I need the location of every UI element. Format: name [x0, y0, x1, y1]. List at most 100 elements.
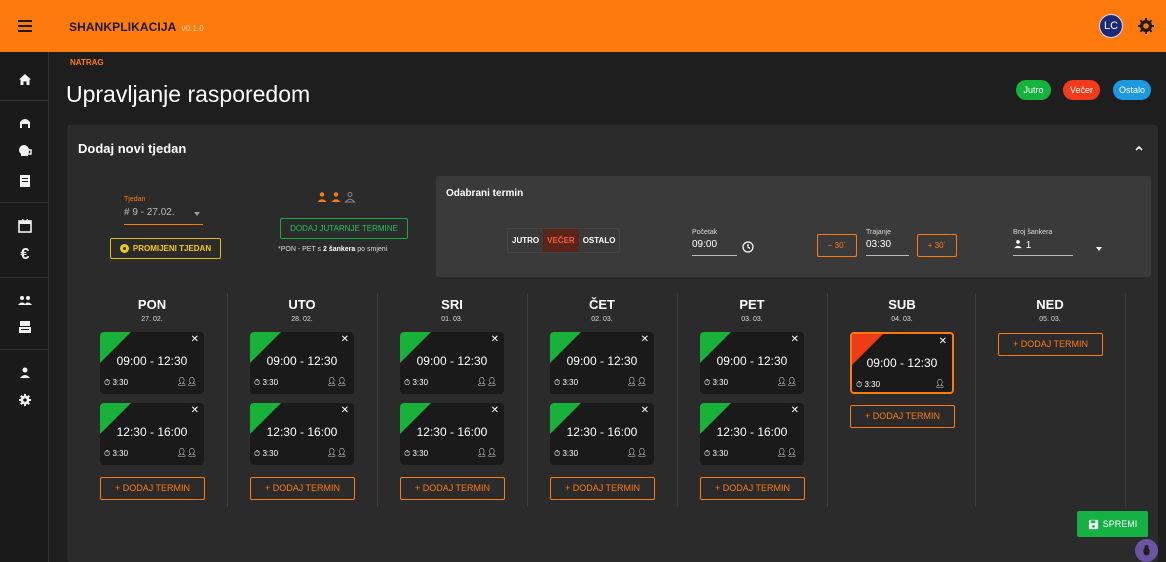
shift-card[interactable]: ✕ 12:30 - 16:00 ⏱ 3:30 👤︎👤︎: [400, 403, 504, 465]
add-morning-terms-button[interactable]: DODAJ JUTARNJE TERMINE: [280, 218, 408, 239]
staff-icons: 👤︎👤︎: [776, 448, 797, 457]
staff-icons: 👤︎👤︎: [776, 377, 797, 386]
shift-card[interactable]: ✕ 12:30 - 16:00 ⏱ 3:30 👤︎👤︎: [100, 403, 204, 465]
close-icon[interactable]: ✕: [491, 405, 499, 416]
shift-card[interactable]: ✕ 09:00 - 12:30 ⏱ 3:30 👤︎👤︎: [550, 332, 654, 394]
shift-card[interactable]: ✕ 09:00 - 12:30 ⏱ 3:30 👤︎👤︎: [700, 332, 804, 394]
add-term-button[interactable]: + DODAJ TERMIN: [100, 477, 205, 500]
person-icon[interactable]: [16, 364, 34, 382]
add-term-button[interactable]: + DODAJ TERMIN: [850, 405, 955, 428]
segment-vecer[interactable]: VEČER: [543, 229, 579, 252]
staff-icons: 👤︎👤︎: [176, 448, 197, 457]
timer-icon: ⏱ 3:30: [254, 449, 279, 458]
clock-icon[interactable]: [742, 240, 754, 253]
save-label: SPREMI: [1102, 519, 1138, 529]
duration-input[interactable]: 03:30: [866, 239, 909, 256]
add-term-button[interactable]: + DODAJ TERMIN: [700, 477, 805, 500]
shift-card[interactable]: ✕ 12:30 - 16:00 ⏱ 3:30 👤︎👤︎: [550, 403, 654, 465]
add-term-button[interactable]: + DODAJ TERMIN: [400, 477, 505, 500]
euro-icon[interactable]: €: [16, 246, 34, 264]
morning-note: *PON - PET s 2 šankera po smjeni: [278, 246, 388, 253]
day-name: NED: [1036, 297, 1064, 312]
day-name: SUB: [888, 297, 916, 312]
settings-icon[interactable]: [16, 391, 34, 409]
timer-icon: ⏱ 3:30: [104, 378, 129, 387]
close-icon[interactable]: ✕: [641, 405, 649, 416]
day-column-ned: NED 05. 03. + DODAJ TERMIN: [965, 297, 1115, 509]
close-icon[interactable]: ✕: [191, 334, 199, 345]
staff-icons: 👤︎👤︎: [176, 377, 197, 386]
start-label: Početak: [692, 229, 718, 236]
close-icon[interactable]: ✕: [341, 405, 349, 416]
receipt-icon[interactable]: [16, 172, 34, 190]
timer-icon: ⏱ 3:30: [554, 449, 579, 458]
group-icon[interactable]: [16, 292, 34, 310]
day-date: 27. 02.: [141, 316, 163, 323]
segment-jutro[interactable]: JUTRO: [508, 229, 543, 252]
add-term-button[interactable]: + DODAJ TERMIN: [998, 333, 1103, 356]
segment-ostalo[interactable]: OSTALO: [579, 229, 620, 252]
legend-chip-ostalo: Ostalo: [1113, 80, 1151, 100]
staff-icons: 👤︎: [934, 379, 945, 388]
start-input[interactable]: 09:00: [692, 239, 737, 256]
shift-card[interactable]: ✕ 09:00 - 12:30 ⏱ 3:30 👤︎👤︎: [250, 332, 354, 394]
add-term-button[interactable]: + DODAJ TERMIN: [250, 477, 355, 500]
staff-count-select[interactable]: 1: [1013, 239, 1073, 256]
back-link[interactable]: NATRAG: [70, 58, 104, 67]
plus-30-button[interactable]: + 30´: [917, 234, 957, 257]
close-icon[interactable]: ✕: [791, 405, 799, 416]
close-icon[interactable]: ✕: [791, 334, 799, 345]
coin-icon: [119, 244, 129, 253]
day-name: PON: [137, 297, 167, 312]
brand-name: SHANKPLIKACIJA: [69, 20, 176, 34]
theme-settings-icon[interactable]: [1136, 16, 1156, 36]
menu-icon[interactable]: [14, 15, 36, 37]
person-icon: [317, 192, 327, 202]
collapse-chevron-icon[interactable]: [1133, 141, 1145, 153]
app-version: v0.1.0: [181, 24, 204, 33]
bar-icon[interactable]: [16, 114, 34, 132]
staff-icons: 👤︎👤︎: [626, 377, 647, 386]
timer-icon: ⏱ 3:30: [704, 449, 729, 458]
day-name: PET: [739, 297, 765, 312]
timer-icon: ⏱ 3:30: [404, 378, 429, 387]
close-icon[interactable]: ✕: [641, 334, 649, 345]
bug-report-icon[interactable]: [1135, 539, 1158, 562]
beer-icon[interactable]: [16, 142, 34, 160]
close-icon[interactable]: ✕: [939, 336, 947, 347]
shift-card[interactable]: ✕ 12:30 - 16:00 ⏱ 3:30 👤︎👤︎: [700, 403, 804, 465]
timer-icon: ⏱ 3:30: [254, 378, 279, 387]
add-term-button[interactable]: + DODAJ TERMIN: [550, 477, 655, 500]
save-button[interactable]: SPREMI: [1077, 511, 1148, 537]
close-icon[interactable]: ✕: [491, 334, 499, 345]
app-brand[interactable]: SHANKPLIKACIJA v0.1.0: [69, 20, 204, 34]
close-icon[interactable]: ✕: [341, 334, 349, 345]
day-column-uto: UTO 28. 02. ✕ 09:00 - 12:30 ⏱ 3:30 👤︎👤︎ ✕ 12…: [217, 297, 367, 509]
timer-icon: ⏱ 3:30: [554, 378, 579, 387]
register-icon[interactable]: [16, 318, 34, 336]
close-icon[interactable]: ✕: [191, 405, 199, 416]
chevron-down-icon[interactable]: [1096, 247, 1102, 251]
person-icon: [1014, 240, 1022, 249]
calendar-icon[interactable]: [16, 217, 34, 235]
shift-card[interactable]: ✕ 09:00 - 12:30 ⏱ 3:30 👤︎👤︎: [400, 332, 504, 394]
add-week-panel: Dodaj novi tjedan Tjedan # 9 - 27.02. PR…: [67, 125, 1158, 562]
day-name: UTO: [288, 297, 316, 312]
day-date: 01. 03.: [441, 316, 463, 323]
shift-card[interactable]: ✕ 09:00 - 12:30 ⏱ 3:30 👤︎👤︎: [100, 332, 204, 394]
day-column-pet: PET 03. 03. ✕ 09:00 - 12:30 ⏱ 3:30 👤︎👤︎ ✕ 12…: [667, 297, 817, 509]
panel-title: Dodaj novi tjedan: [78, 141, 187, 156]
day-date: 03. 03.: [741, 316, 763, 323]
week-select[interactable]: # 9 - 27.02.: [124, 207, 203, 225]
page-title: Upravljanje rasporedom: [66, 81, 311, 107]
shift-card[interactable]: ✕ 12:30 - 16:00 ⏱ 3:30 👤︎👤︎: [250, 403, 354, 465]
change-week-button[interactable]: PROMIJENI TJEDAN: [110, 238, 221, 259]
change-week-label: PROMIJENI TJEDAN: [132, 244, 212, 253]
minus-30-button[interactable]: − 30´: [817, 234, 857, 257]
staff-icons: 👤︎👤︎: [476, 377, 497, 386]
shift-card-selected[interactable]: ✕ 09:00 - 12:30 ⏱ 3:30 👤︎: [850, 332, 954, 394]
week-select-value: # 9 - 27.02.: [124, 207, 175, 218]
home-icon[interactable]: [16, 71, 34, 89]
day-date: 28. 02.: [291, 316, 313, 323]
avatar[interactable]: LC: [1099, 14, 1123, 38]
